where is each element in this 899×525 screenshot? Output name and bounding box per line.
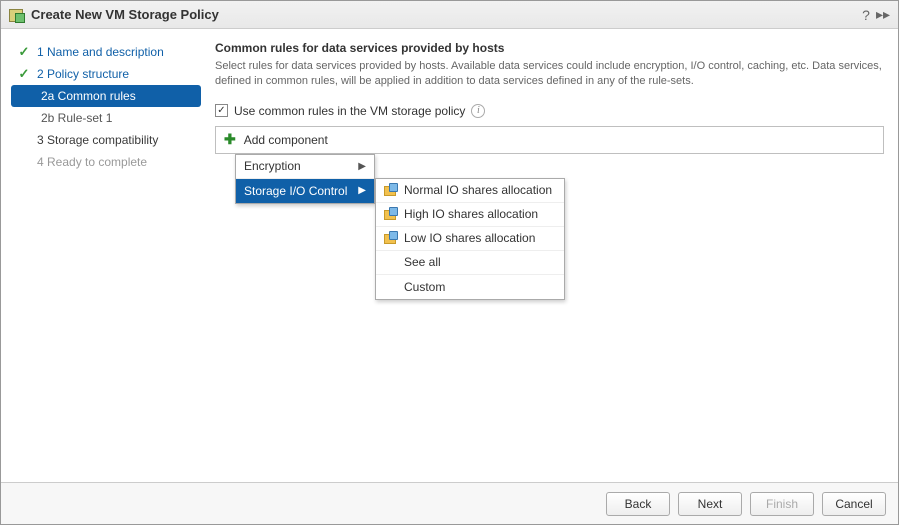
section-heading: Common rules for data services provided … — [215, 41, 884, 55]
submenu-item-low-io[interactable]: Low IO shares allocation — [376, 227, 564, 251]
substep-label: 2b Rule-set 1 — [41, 111, 112, 125]
substep-label: 2a Common rules — [41, 89, 136, 103]
back-button[interactable]: Back — [606, 492, 670, 516]
sioc-submenu: Normal IO shares allocation High IO shar… — [375, 178, 565, 300]
submenu-item-high-io[interactable]: High IO shares allocation — [376, 203, 564, 227]
add-component-button[interactable]: ✚ Add component — [215, 126, 884, 154]
submenu-item-label: High IO shares allocation — [404, 207, 538, 221]
submenu-item-label: Custom — [404, 280, 445, 294]
step-storage-compatibility[interactable]: 3 Storage compatibility — [11, 129, 201, 151]
plus-icon: ✚ — [224, 131, 236, 148]
submenu-item-label: See all — [404, 255, 441, 269]
info-icon[interactable]: i — [471, 104, 485, 118]
step-label: 3 Storage compatibility — [37, 133, 158, 147]
check-icon — [17, 45, 31, 59]
cancel-button[interactable]: Cancel — [822, 492, 886, 516]
chevron-right-icon: ▶ — [358, 185, 366, 196]
window-title: Create New VM Storage Policy — [31, 7, 219, 22]
submenu-item-see-all[interactable]: See all — [376, 251, 564, 275]
submenu-item-label: Normal IO shares allocation — [404, 183, 552, 197]
wizard-footer: Back Next Finish Cancel — [1, 482, 898, 524]
title-bar: Create New VM Storage Policy ? ▸▸ — [1, 1, 898, 29]
submenu-item-normal-io[interactable]: Normal IO shares allocation — [376, 179, 564, 203]
dropdown-item-storage-io-control[interactable]: Storage I/O Control ▶ — [236, 179, 374, 203]
allocation-icon — [384, 207, 398, 221]
section-description: Select rules for data services provided … — [215, 59, 884, 90]
step-label: 2 Policy structure — [37, 67, 129, 81]
step-indicator — [17, 133, 31, 147]
step-policy-structure[interactable]: 2 Policy structure — [11, 63, 201, 85]
checkbox-label: Use common rules in the VM storage polic… — [234, 104, 465, 118]
help-icon[interactable]: ? — [862, 7, 870, 23]
step-indicator — [17, 155, 31, 169]
dropdown-item-label: Encryption — [244, 159, 301, 173]
fast-forward-icon[interactable]: ▸▸ — [876, 6, 890, 23]
next-button[interactable]: Next — [678, 492, 742, 516]
step-label: 4 Ready to complete — [37, 155, 147, 169]
step-rule-set-1[interactable]: 2b Rule-set 1 — [11, 107, 201, 129]
main-panel: Common rules for data services provided … — [201, 29, 898, 482]
step-label: 1 Name and description — [37, 45, 164, 59]
wizard-sidebar: 1 Name and description 2 Policy structur… — [1, 29, 201, 482]
submenu-item-label: Low IO shares allocation — [404, 231, 535, 245]
finish-button: Finish — [750, 492, 814, 516]
allocation-icon — [384, 183, 398, 197]
dropdown-item-label: Storage I/O Control — [244, 184, 347, 198]
dropdown-item-encryption[interactable]: Encryption ▶ — [236, 155, 374, 179]
step-ready-to-complete: 4 Ready to complete — [11, 151, 201, 173]
step-common-rules[interactable]: 2a Common rules — [11, 85, 201, 107]
component-dropdown: Encryption ▶ Storage I/O Control ▶ — [235, 154, 375, 204]
use-common-rules-checkbox[interactable] — [215, 104, 228, 117]
step-name-and-description[interactable]: 1 Name and description — [11, 41, 201, 63]
add-component-label: Add component — [244, 133, 328, 147]
chevron-right-icon: ▶ — [358, 161, 366, 172]
allocation-icon — [384, 231, 398, 245]
submenu-item-custom[interactable]: Custom — [376, 275, 564, 299]
vm-storage-policy-icon — [9, 7, 25, 23]
check-icon — [17, 67, 31, 81]
